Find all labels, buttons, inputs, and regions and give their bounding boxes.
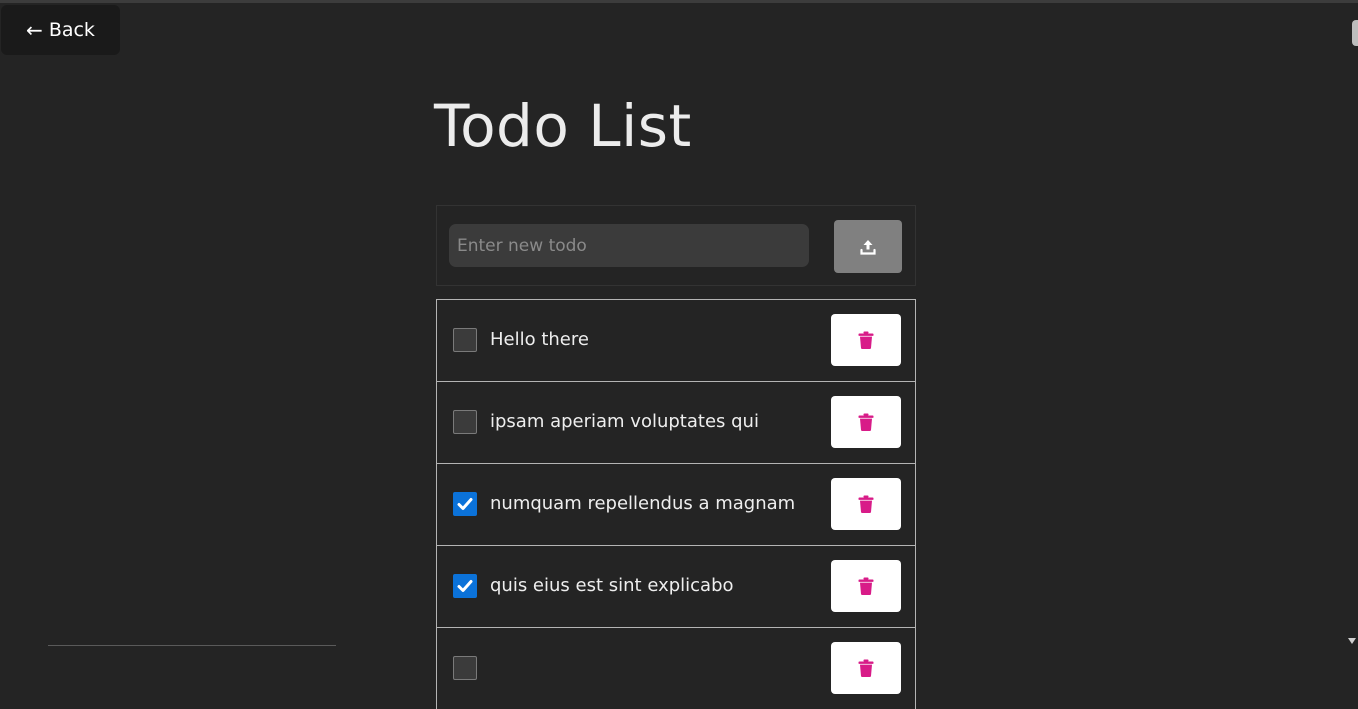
todo-text: numquam repellendus a magnam: [490, 492, 795, 516]
todo-text: ipsam aperiam voluptates qui: [490, 410, 759, 434]
todo-checkbox[interactable]: [453, 492, 477, 516]
delete-todo-button[interactable]: [831, 314, 901, 366]
todo-checkbox[interactable]: [453, 328, 477, 352]
trash-icon: [858, 331, 874, 349]
trash-icon: [858, 413, 874, 431]
window-top-border: [0, 0, 1358, 3]
todo-item: numquam repellendus a magnam: [436, 463, 916, 545]
delete-todo-button[interactable]: [831, 642, 901, 694]
todo-list: Hello there ipsam aperiam voluptates qui: [436, 299, 916, 709]
trash-icon: [858, 659, 874, 677]
delete-todo-button[interactable]: [831, 560, 901, 612]
todo-text: Hello there: [490, 328, 589, 352]
checkmark-icon: [456, 495, 474, 513]
trash-icon: [858, 577, 874, 595]
back-button[interactable]: ← Back: [1, 5, 120, 55]
delete-todo-button[interactable]: [831, 478, 901, 530]
checkmark-icon: [456, 577, 474, 595]
new-todo-input[interactable]: [449, 224, 809, 267]
add-todo-button[interactable]: [834, 220, 902, 273]
todo-checkbox[interactable]: [453, 574, 477, 598]
todo-item: Hello there: [436, 299, 916, 381]
new-todo-form: [436, 205, 916, 286]
todo-checkbox[interactable]: [453, 410, 477, 434]
delete-todo-button[interactable]: [831, 396, 901, 448]
trash-icon: [858, 495, 874, 513]
back-arrow-icon: ←: [26, 18, 43, 42]
todo-item: ipsam aperiam voluptates qui: [436, 381, 916, 463]
todo-item: [436, 627, 916, 709]
scroll-down-arrow-icon[interactable]: [1348, 638, 1356, 644]
page-title: Todo List: [434, 92, 692, 160]
scrollbar-thumb[interactable]: [1352, 20, 1358, 46]
todo-checkbox[interactable]: [453, 656, 477, 680]
back-button-label: Back: [49, 19, 95, 41]
todo-text: quis eius est sint explicabo: [490, 574, 734, 598]
upload-icon: [859, 238, 877, 256]
todo-item: quis eius est sint explicabo: [436, 545, 916, 627]
